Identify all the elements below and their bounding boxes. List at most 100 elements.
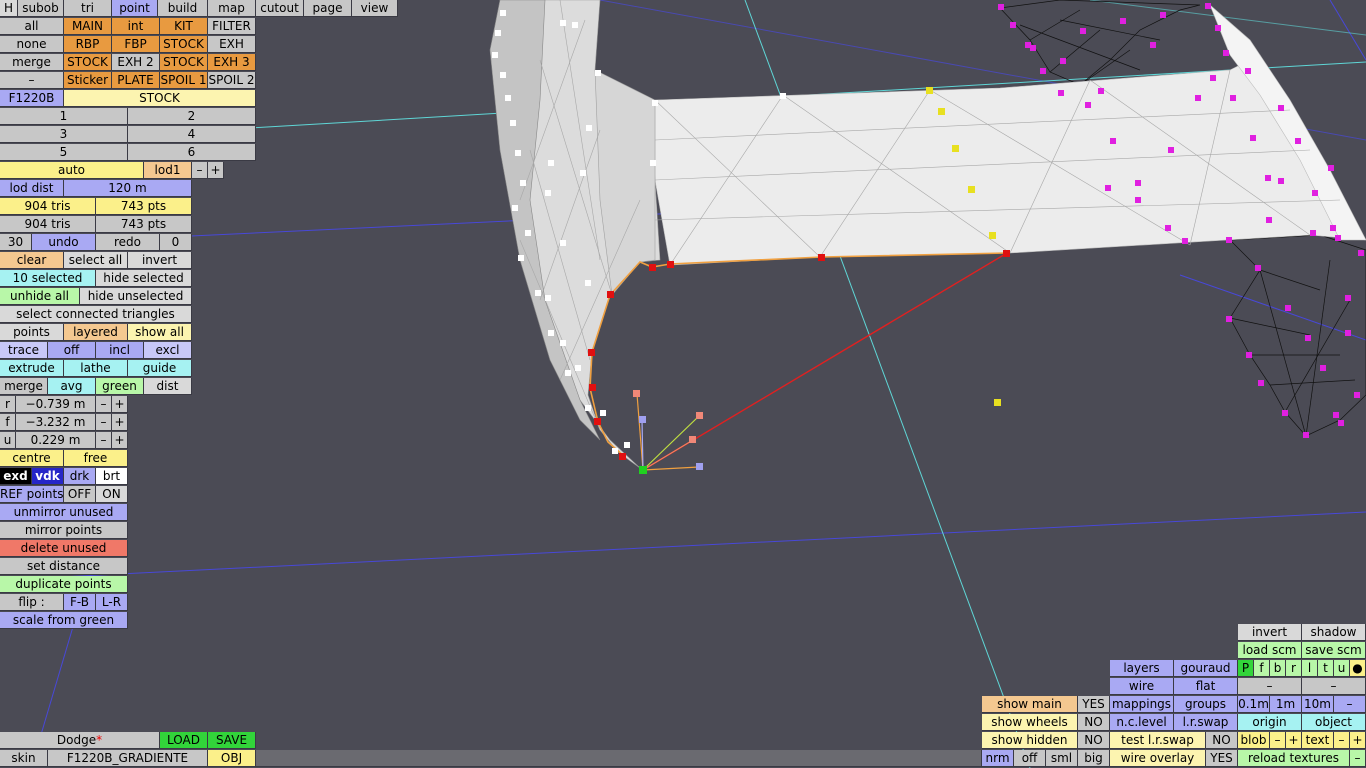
model-code[interactable]: F1220B — [0, 90, 64, 107]
show-hidden-button[interactable]: show hidden — [982, 732, 1078, 749]
blob-plus-button[interactable]: + — [1286, 732, 1302, 749]
menu-tri[interactable]: tri — [64, 0, 112, 17]
lod-dist-value[interactable]: 120 m — [64, 180, 192, 197]
num-button-1[interactable]: 1 — [0, 108, 128, 125]
show-wheels-value[interactable]: NO — [1078, 714, 1110, 731]
group-stock-1[interactable]: STOCK — [160, 36, 208, 53]
trace-incl-button[interactable]: incl — [96, 342, 144, 359]
part-name[interactable]: STOCK — [64, 90, 256, 107]
transform-gizmo[interactable] — [633, 390, 703, 474]
mappings-button[interactable]: mappings — [1110, 696, 1174, 713]
menu-point[interactable]: point — [112, 0, 158, 17]
unmirror-unused-button[interactable]: unmirror unused — [0, 504, 128, 521]
select-none-button[interactable]: none — [0, 36, 64, 53]
merge-green-button[interactable]: green — [96, 378, 144, 395]
shade-brt-button[interactable]: brt — [96, 468, 128, 485]
show-main-value[interactable]: YES — [1078, 696, 1110, 713]
merge-points-button[interactable]: merge — [0, 378, 48, 395]
num-button-3[interactable]: 3 — [0, 126, 128, 143]
shade-drk-button[interactable]: drk — [64, 468, 96, 485]
origin-button[interactable]: origin — [1238, 714, 1302, 731]
group-exh-2[interactable]: EXH 2 — [112, 54, 160, 71]
wire-overlay-value[interactable]: YES — [1206, 750, 1238, 767]
menu-h[interactable]: H — [0, 0, 18, 17]
group-rbp[interactable]: RBP — [64, 36, 112, 53]
flag-p[interactable]: P — [1238, 660, 1254, 677]
menu-cutout[interactable]: cutout — [256, 0, 304, 17]
flag-t[interactable]: t — [1318, 660, 1334, 677]
coord-f-value[interactable]: −3.232 m — [16, 414, 96, 431]
menu-subob[interactable]: subob — [18, 0, 64, 17]
group-exh[interactable]: EXH — [208, 36, 256, 53]
flag-u[interactable]: u — [1334, 660, 1350, 677]
lod-auto-button[interactable]: auto — [0, 162, 144, 179]
layers-button[interactable]: layers — [1110, 660, 1174, 677]
show-all-button[interactable]: show all — [128, 324, 192, 341]
group-stock-3[interactable]: STOCK — [160, 54, 208, 71]
num-button-6[interactable]: 6 — [128, 144, 256, 161]
wire-button[interactable]: wire — [1110, 678, 1174, 695]
select-all-points-button[interactable]: select all — [64, 252, 128, 269]
hide-unselected-button[interactable]: hide unselected — [80, 288, 192, 305]
coord-f-plus[interactable]: + — [112, 414, 128, 431]
save-button[interactable]: SAVE — [208, 732, 256, 749]
group-spoil-1[interactable]: SPOIL 1 — [160, 72, 208, 89]
coord-u-plus[interactable]: + — [112, 432, 128, 449]
coord-u-minus[interactable]: – — [96, 432, 112, 449]
group-spoil-2[interactable]: SPOIL 2 — [208, 72, 256, 89]
free-button[interactable]: free — [64, 450, 128, 467]
group-filter[interactable]: FILTER — [208, 18, 256, 35]
redo-button[interactable]: redo — [96, 234, 160, 251]
flag-f[interactable]: f — [1254, 660, 1270, 677]
group-kit[interactable]: KIT — [160, 18, 208, 35]
show-main-button[interactable]: show main — [982, 696, 1078, 713]
flat-button[interactable]: flat — [1174, 678, 1238, 695]
load-button[interactable]: LOAD — [160, 732, 208, 749]
size-sml-button[interactable]: sml — [1046, 750, 1078, 767]
flip-fb-button[interactable]: F-B — [64, 594, 96, 611]
size-big-button[interactable]: big — [1078, 750, 1110, 767]
mirror-points-button[interactable]: mirror points — [0, 522, 128, 539]
group-fbp[interactable]: FBP — [112, 36, 160, 53]
ref-points-on[interactable]: ON — [96, 486, 128, 503]
set-distance-button[interactable]: set distance — [0, 558, 128, 575]
flag-l[interactable]: l — [1302, 660, 1318, 677]
unhide-all-button[interactable]: unhide all — [0, 288, 80, 305]
group-sticker[interactable]: Sticker — [64, 72, 112, 89]
shade-vdk-button[interactable]: vdk — [32, 468, 64, 485]
duplicate-points-button[interactable]: duplicate points — [0, 576, 128, 593]
dist-1m-button[interactable]: 1m — [1270, 696, 1302, 713]
flip-lr-button[interactable]: L-R — [96, 594, 128, 611]
merge-dist-button[interactable]: dist — [144, 378, 192, 395]
menu-build[interactable]: build — [158, 0, 208, 17]
car-name[interactable]: Dodge* — [0, 732, 160, 749]
dist-01m-button[interactable]: 0.1m — [1238, 696, 1270, 713]
groups-button[interactable]: groups — [1174, 696, 1238, 713]
blob-minus-button[interactable]: – — [1270, 732, 1286, 749]
obj-button[interactable]: OBJ — [208, 750, 256, 767]
dash-button-1[interactable]: – — [1238, 678, 1302, 695]
flag-dot-icon[interactable]: ● — [1350, 660, 1366, 677]
group-int[interactable]: int — [112, 18, 160, 35]
size-off-button[interactable]: off — [1014, 750, 1046, 767]
coord-r-value[interactable]: −0.739 m — [16, 396, 96, 413]
size-nrm-button[interactable]: nrm — [982, 750, 1014, 767]
menu-map[interactable]: map — [208, 0, 256, 17]
nc-level-button[interactable]: n.c.level — [1110, 714, 1174, 731]
hide-selected-button[interactable]: hide selected — [96, 270, 192, 287]
dash-button-2[interactable]: – — [1302, 678, 1366, 695]
shade-exd-button[interactable]: exd — [0, 468, 32, 485]
lod-plus-button[interactable]: + — [208, 162, 224, 179]
flag-b[interactable]: b — [1270, 660, 1286, 677]
merge-avg-button[interactable]: avg — [48, 378, 96, 395]
coord-f-minus[interactable]: – — [96, 414, 112, 431]
num-button-2[interactable]: 2 — [128, 108, 256, 125]
shadow-button[interactable]: shadow — [1302, 624, 1366, 641]
coord-r-plus[interactable]: + — [112, 396, 128, 413]
group-main[interactable]: MAIN — [64, 18, 112, 35]
gouraud-button[interactable]: gouraud — [1174, 660, 1238, 677]
dist-10m-button[interactable]: 10m — [1302, 696, 1334, 713]
select-all-button[interactable]: all — [0, 18, 64, 35]
test-lr-swap-button[interactable]: test l.r.swap — [1110, 732, 1206, 749]
lod1-button[interactable]: lod1 — [144, 162, 192, 179]
